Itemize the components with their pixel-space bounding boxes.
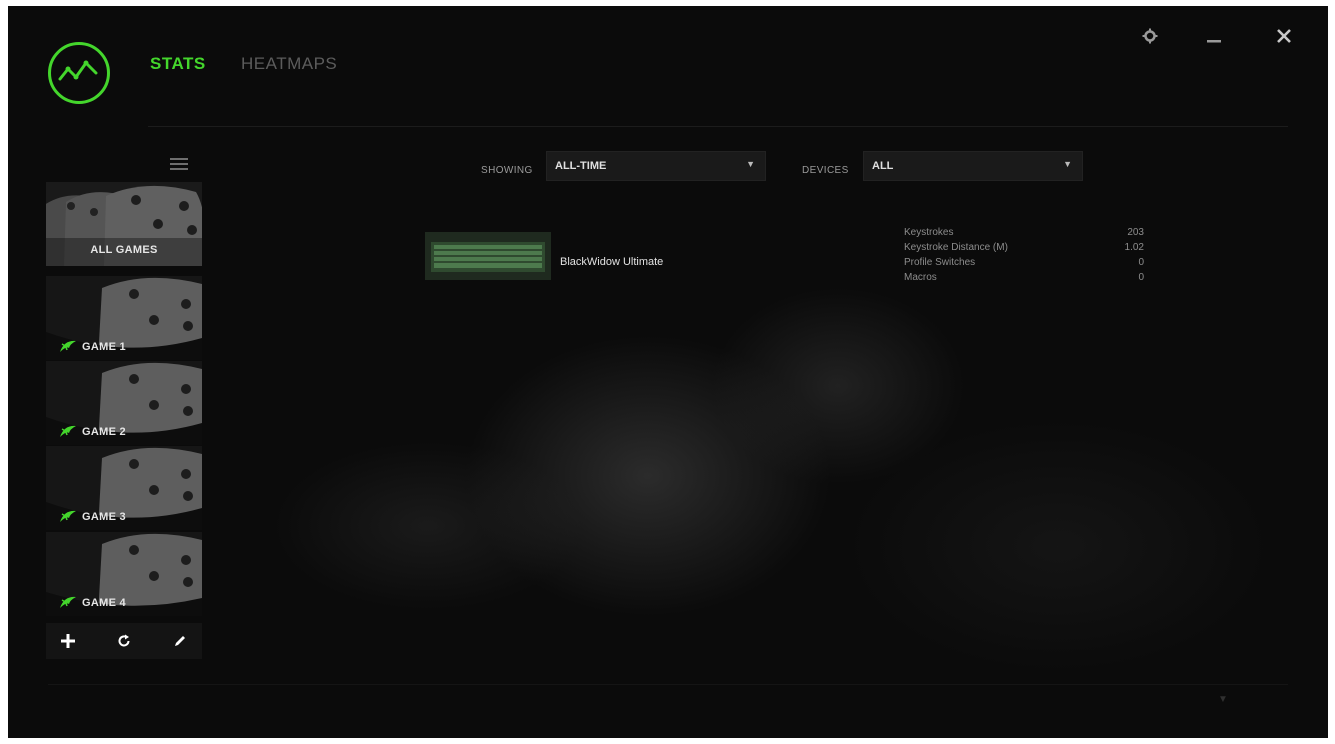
header-divider (148, 126, 1288, 127)
game-tile-label: GAME 3 (82, 511, 126, 523)
edit-icon[interactable] (162, 623, 198, 659)
stat-label-keystroke-distance: Keystroke Distance (M) (904, 242, 1008, 253)
showing-value: ALL-TIME (555, 160, 607, 172)
stat-label-profile-switches: Profile Switches (904, 257, 976, 268)
device-name[interactable]: BlackWidow Ultimate (560, 256, 663, 268)
stat-value-keystrokes: 203 (1127, 227, 1144, 238)
tab-stats[interactable]: STATS (150, 54, 206, 74)
game-tile-label: ALL GAMES (90, 244, 158, 256)
stats-logo-icon (48, 42, 110, 104)
game-tile-game-3[interactable]: GAME 3 (46, 446, 202, 530)
showing-dropdown[interactable]: ALL-TIME ▼ (546, 151, 766, 181)
gear-icon[interactable] (1136, 22, 1164, 50)
showing-label: SHOWING (481, 165, 533, 176)
game-tile-game-1[interactable]: GAME 1 (46, 276, 202, 360)
devices-dropdown[interactable]: ALL ▼ (863, 151, 1083, 181)
plus-icon[interactable] (50, 623, 86, 659)
game-tile-label: GAME 1 (82, 341, 126, 353)
stat-label-macros: Macros (904, 272, 937, 283)
devices-value: ALL (872, 160, 894, 172)
tab-heatmaps[interactable]: HEATMAPS (241, 54, 337, 74)
keyboard-image[interactable] (425, 232, 551, 280)
app-window: STATS HEATMAPS ALL GAMES GAME 1 GAME 2 G… (8, 6, 1328, 738)
razer-icon (60, 425, 76, 437)
footer-divider (48, 684, 1288, 685)
game-tile-all-games[interactable]: ALL GAMES (46, 182, 202, 266)
game-tile-game-2[interactable]: GAME 2 (46, 361, 202, 445)
devices-label: DEVICES (802, 165, 849, 176)
stat-value-macros: 0 (1138, 272, 1144, 283)
refresh-icon[interactable] (106, 623, 142, 659)
chevron-down-icon[interactable]: ▼ (1218, 694, 1228, 705)
stat-value-profile-switches: 0 (1138, 257, 1144, 268)
stat-value-keystroke-distance: 1.02 (1124, 242, 1144, 253)
razer-icon (60, 510, 76, 522)
close-icon[interactable] (1270, 22, 1298, 50)
razer-icon (60, 340, 76, 352)
chevron-down-icon: ▼ (1063, 159, 1072, 169)
minimize-icon[interactable] (1200, 22, 1228, 50)
razer-icon (60, 596, 76, 608)
stat-label-keystrokes: Keystrokes (904, 227, 954, 238)
game-tile-game-4[interactable]: GAME 4 (46, 532, 202, 616)
menu-icon[interactable] (168, 155, 190, 173)
chevron-down-icon: ▼ (746, 159, 755, 169)
game-tile-label: GAME 2 (82, 426, 126, 438)
game-tile-label: GAME 4 (82, 597, 126, 609)
sidebar-toolbar (46, 623, 202, 659)
